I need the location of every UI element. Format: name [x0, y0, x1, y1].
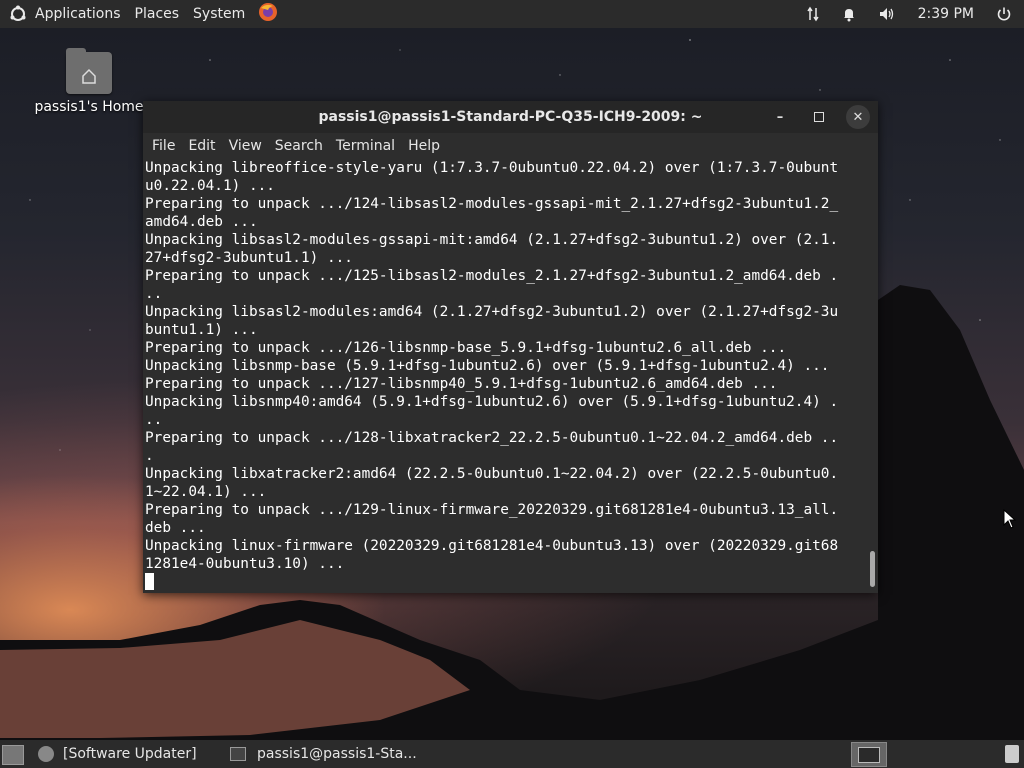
text-cursor	[145, 573, 154, 590]
output-line: ..	[145, 412, 163, 428]
workspace-window-icon	[858, 747, 880, 763]
places-menu[interactable]: Places	[135, 6, 180, 22]
output-line: Unpacking libreoffice-style-yaru (1:7.3.…	[145, 160, 839, 176]
output-line: Preparing to unpack .../127-libsnmp40_5.…	[145, 376, 778, 392]
output-line: Unpacking libsnmp40:amd64 (5.9.1+dfsg-1u…	[145, 394, 839, 410]
output-line: Unpacking linux-firmware (20220329.git68…	[145, 538, 839, 554]
output-line: Preparing to unpack .../126-libsnmp-base…	[145, 340, 787, 356]
output-line: Preparing to unpack .../128-libxatracker…	[145, 430, 839, 446]
output-line: amd64.deb ...	[145, 214, 258, 230]
output-line: buntu1.1) ...	[145, 322, 258, 338]
maximize-button[interactable]	[807, 105, 831, 129]
taskbar-item-terminal[interactable]: passis1@passis1-Sta...	[230, 742, 417, 766]
menu-help[interactable]: Help	[408, 138, 440, 154]
trash-icon[interactable]	[1005, 745, 1019, 763]
output-line: Unpacking libsasl2-modules:amd64 (2.1.27…	[145, 304, 839, 320]
network-icon[interactable]	[806, 6, 820, 22]
output-line: Preparing to unpack .../124-libsasl2-mod…	[145, 196, 839, 212]
output-line: .	[145, 448, 154, 464]
top-panel: Applications Places System 2:39 PM	[0, 0, 1024, 28]
menu-search[interactable]: Search	[275, 138, 323, 154]
output-line: 27+dfsg2-3ubuntu1.1) ...	[145, 250, 353, 266]
software-updater-icon	[38, 746, 54, 762]
menu-view[interactable]: View	[229, 138, 262, 154]
terminal-scrollbar[interactable]	[870, 551, 875, 587]
output-line: u0.22.04.1) ...	[145, 178, 275, 194]
menu-edit[interactable]: Edit	[188, 138, 215, 154]
output-line: ..	[145, 286, 163, 302]
taskbar-item-label: [Software Updater]	[63, 746, 197, 762]
home-folder-shortcut[interactable]: passis1's Home	[34, 48, 144, 115]
mouse-pointer-icon	[1003, 509, 1017, 529]
clock[interactable]: 2:39 PM	[918, 6, 974, 22]
terminal-output[interactable]: Unpacking libreoffice-style-yaru (1:7.3.…	[143, 159, 878, 593]
output-line: Preparing to unpack .../125-libsasl2-mod…	[145, 268, 839, 284]
output-line: 1~22.04.1) ...	[145, 484, 267, 500]
ubuntu-logo-icon[interactable]	[8, 4, 28, 24]
workspace-switcher[interactable]	[851, 742, 887, 767]
power-icon[interactable]	[996, 6, 1012, 22]
firefox-icon[interactable]	[257, 1, 279, 27]
output-line: deb ...	[145, 520, 206, 536]
terminal-menubar: File Edit View Search Terminal Help	[143, 133, 878, 159]
output-line: 1281e4-0ubuntu3.10) ...	[145, 556, 345, 572]
maximize-icon	[814, 112, 824, 122]
terminal-window: passis1@passis1-Standard-PC-Q35-ICH9-200…	[143, 101, 878, 593]
volume-icon[interactable]	[878, 6, 896, 22]
close-button[interactable]: ✕	[846, 105, 870, 129]
prompt-line	[143, 573, 878, 591]
output-line: Unpacking libsasl2-modules-gssapi-mit:am…	[145, 232, 839, 248]
taskbar-item-label: passis1@passis1-Sta...	[257, 746, 417, 762]
taskbar-item-software-updater[interactable]: [Software Updater]	[38, 742, 197, 766]
terminal-icon	[230, 747, 246, 761]
window-title: passis1@passis1-Standard-PC-Q35-ICH9-200…	[318, 109, 703, 125]
bottom-panel: [Software Updater] passis1@passis1-Sta..…	[0, 740, 1024, 768]
show-desktop-button[interactable]	[2, 745, 24, 765]
menu-file[interactable]: File	[152, 138, 175, 154]
system-menu[interactable]: System	[193, 6, 245, 22]
menu-terminal[interactable]: Terminal	[336, 138, 395, 154]
minimize-icon: –	[776, 109, 784, 125]
output-line: Unpacking libxatracker2:amd64 (22.2.5-0u…	[145, 466, 839, 482]
minimize-button[interactable]: –	[768, 105, 792, 129]
applications-menu[interactable]: Applications	[35, 6, 121, 22]
close-icon: ✕	[852, 109, 864, 125]
home-folder-label: passis1's Home	[34, 99, 144, 115]
notification-bell-icon[interactable]	[842, 6, 856, 22]
output-line: Unpacking libsnmp-base (5.9.1+dfsg-1ubun…	[145, 358, 830, 374]
terminal-titlebar[interactable]: passis1@passis1-Standard-PC-Q35-ICH9-200…	[143, 101, 878, 133]
home-folder-icon	[66, 48, 112, 94]
output-line: Preparing to unpack .../129-linux-firmwa…	[145, 502, 839, 518]
